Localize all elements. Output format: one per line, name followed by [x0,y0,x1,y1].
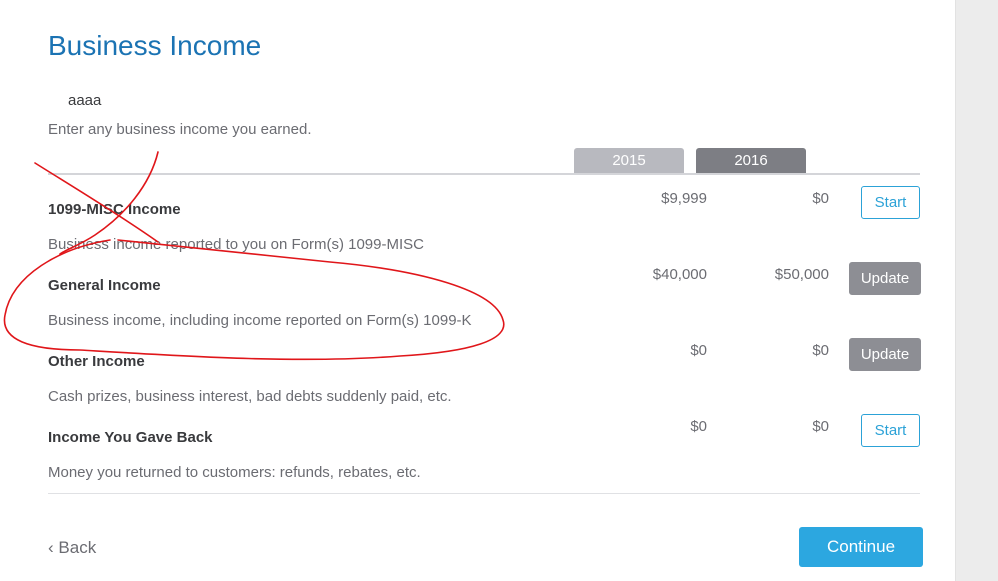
update-button[interactable]: Update [849,262,921,295]
page-subtitle: Enter any business income you earned. [48,121,312,138]
row-title: General Income [48,277,161,294]
income-row-general: General Income Business income, includin… [0,251,955,329]
row-title: 1099-MISC Income [48,201,181,218]
row-title: Income You Gave Back [48,429,213,446]
back-link[interactable]: ‹ Back [48,538,96,558]
note-text: aaaa [68,92,102,109]
chevron-left-icon: ‹ [48,538,54,557]
page-title: Business Income [48,30,262,61]
update-button[interactable]: Update [849,338,921,371]
footer-divider [48,493,920,494]
amount-2015: $40,000 [652,266,707,283]
income-row-1099-misc: 1099-MISC Income Business income reporte… [0,175,955,253]
start-button[interactable]: Start [861,186,920,219]
amount-2016: $50,000 [774,266,829,283]
amount-2015: $0 [690,418,707,435]
back-label: Back [58,538,97,557]
year-tab-2015: 2015 [574,148,684,173]
start-button[interactable]: Start [861,414,920,447]
amount-2015: $0 [690,342,707,359]
row-title: Other Income [48,353,145,370]
continue-button[interactable]: Continue [799,527,923,567]
income-row-gave-back: Income You Gave Back Money you returned … [0,403,955,481]
income-row-other: Other Income Cash prizes, business inter… [0,327,955,405]
amount-2016: $0 [812,190,829,207]
amount-2015: $9,999 [661,190,707,207]
year-tab-2016: 2016 [696,148,806,173]
row-description: Money you returned to customers: refunds… [48,464,421,481]
right-sidebar [955,0,998,581]
amount-2016: $0 [812,342,829,359]
amount-2016: $0 [812,418,829,435]
